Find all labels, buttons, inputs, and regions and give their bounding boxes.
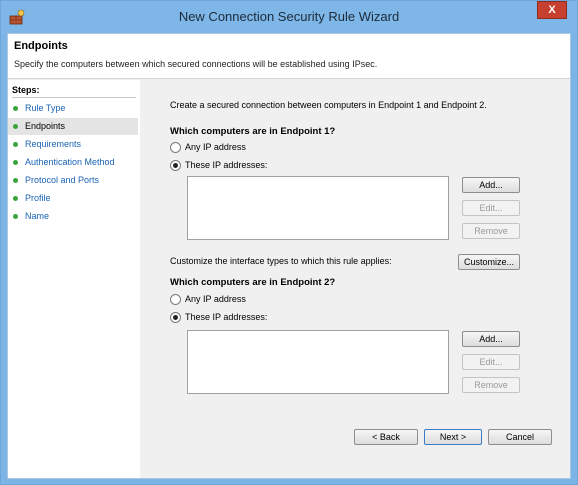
radio-button-selected[interactable] xyxy=(170,160,181,171)
page-header: Endpoints Specify the computers between … xyxy=(8,34,570,79)
step-profile[interactable]: Profile xyxy=(8,190,138,207)
page-title: Endpoints xyxy=(14,40,68,52)
cancel-button[interactable]: Cancel xyxy=(488,429,552,445)
endpoint2-question: Which computers are in Endpoint 2? xyxy=(170,277,336,288)
steps-divider xyxy=(12,97,136,98)
radio-button[interactable] xyxy=(170,142,181,153)
step-status-icon xyxy=(13,178,18,183)
step-label: Requirements xyxy=(25,139,82,149)
page-subtitle: Specify the computers between which secu… xyxy=(14,59,378,69)
radio-button-selected[interactable] xyxy=(170,312,181,323)
close-button[interactable]: X xyxy=(537,1,567,19)
step-endpoints[interactable]: Endpoints xyxy=(8,118,138,135)
endpoint2-remove-button[interactable]: Remove xyxy=(462,377,520,393)
radio-label: These IP addresses: xyxy=(185,312,268,322)
customize-label: Customize the interface types to which t… xyxy=(170,256,392,266)
radio-label: These IP addresses: xyxy=(185,160,268,170)
radio-button[interactable] xyxy=(170,294,181,305)
title-bar[interactable]: New Connection Security Rule Wizard X xyxy=(1,1,577,33)
step-requirements[interactable]: Requirements xyxy=(8,136,138,153)
step-label: Name xyxy=(25,211,50,221)
step-label: Endpoints xyxy=(25,121,66,131)
radio-label: Any IP address xyxy=(185,294,246,304)
step-status-icon xyxy=(13,214,18,219)
back-button[interactable]: < Back xyxy=(354,429,418,445)
endpoint1-remove-button[interactable]: Remove xyxy=(462,223,520,239)
wizard-window: New Connection Security Rule Wizard X En… xyxy=(0,0,578,485)
step-status-icon xyxy=(13,106,18,111)
endpoint1-question: Which computers are in Endpoint 1? xyxy=(170,126,336,137)
intro-text: Create a secured connection between comp… xyxy=(170,100,487,110)
step-label: Rule Type xyxy=(25,103,66,113)
step-authentication-method[interactable]: Authentication Method xyxy=(8,154,138,171)
customize-button[interactable]: Customize... xyxy=(458,254,520,270)
radio-label: Any IP address xyxy=(185,142,246,152)
step-label: Protocol and Ports xyxy=(25,175,100,185)
endpoint2-ip-list[interactable] xyxy=(187,330,449,394)
endpoint1-edit-button[interactable]: Edit... xyxy=(462,200,520,216)
step-protocol-and-ports[interactable]: Protocol and Ports xyxy=(8,172,138,189)
close-icon: X xyxy=(548,4,556,16)
step-name[interactable]: Name xyxy=(8,208,138,225)
endpoint2-edit-button[interactable]: Edit... xyxy=(462,354,520,370)
step-status-icon xyxy=(13,196,18,201)
step-label: Profile xyxy=(25,193,51,203)
endpoint1-add-button[interactable]: Add... xyxy=(462,177,520,193)
steps-panel: Steps: Rule Type Endpoints Requirements … xyxy=(8,80,140,478)
step-rule-type[interactable]: Rule Type xyxy=(8,100,138,117)
endpoint1-ip-list[interactable] xyxy=(187,176,449,240)
next-button[interactable]: Next > xyxy=(424,429,482,445)
step-status-icon xyxy=(13,142,18,147)
main-panel: Create a secured connection between comp… xyxy=(140,80,570,478)
step-status-icon xyxy=(13,160,18,165)
steps-heading: Steps: xyxy=(12,85,40,95)
window-title: New Connection Security Rule Wizard xyxy=(178,9,400,24)
wizard-client-area: Endpoints Specify the computers between … xyxy=(7,33,571,479)
step-status-icon xyxy=(13,124,18,129)
step-label: Authentication Method xyxy=(25,157,115,167)
endpoint2-add-button[interactable]: Add... xyxy=(462,331,520,347)
